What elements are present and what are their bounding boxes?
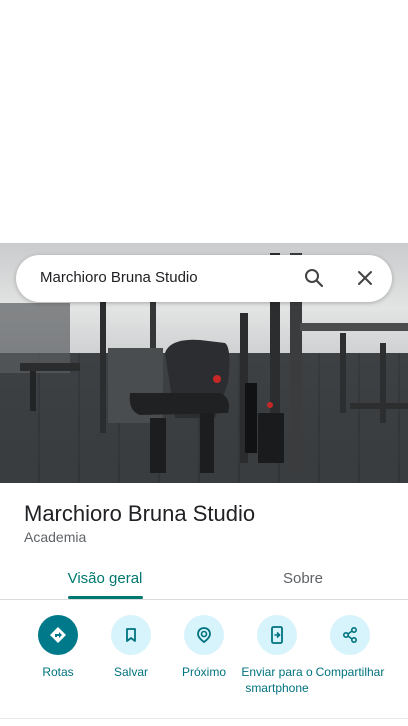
send-to-phone-icon [257,615,297,655]
nearby-button[interactable]: Próximo [167,613,241,680]
search-icon[interactable] [302,266,326,290]
nearby-icon [184,615,224,655]
tab-bar: Visão geral Sobre [0,556,408,600]
tab-about[interactable]: Sobre [228,556,378,600]
bookmark-icon [111,615,151,655]
action-buttons: Rotas Salvar Próximo Enviar para o smart… [0,613,408,713]
save-button[interactable]: Salvar [94,613,168,680]
save-label: Salvar [113,665,148,679]
directions-label: Rotas [42,665,74,679]
divider [0,718,408,719]
tab-overview[interactable]: Visão geral [30,556,180,600]
active-tab-indicator [68,596,143,599]
share-label: Compartilhar [315,665,385,679]
share-button[interactable]: Compartilhar [313,613,387,680]
share-icon [330,615,370,655]
directions-icon [38,615,78,655]
search-bar[interactable]: Marchioro Bruna Studio [16,255,392,302]
close-icon[interactable] [353,266,377,290]
place-title: Marchioro Bruna Studio [24,501,256,526]
search-query[interactable]: Marchioro Bruna Studio [40,269,198,286]
directions-button[interactable]: Rotas [21,613,95,680]
place-category: Academia [24,529,87,545]
send-to-phone-button[interactable]: Enviar para o smartphone [240,613,314,696]
nearby-label: Próximo [181,665,226,679]
send-to-phone-label: Enviar para o smartphone [241,665,313,695]
